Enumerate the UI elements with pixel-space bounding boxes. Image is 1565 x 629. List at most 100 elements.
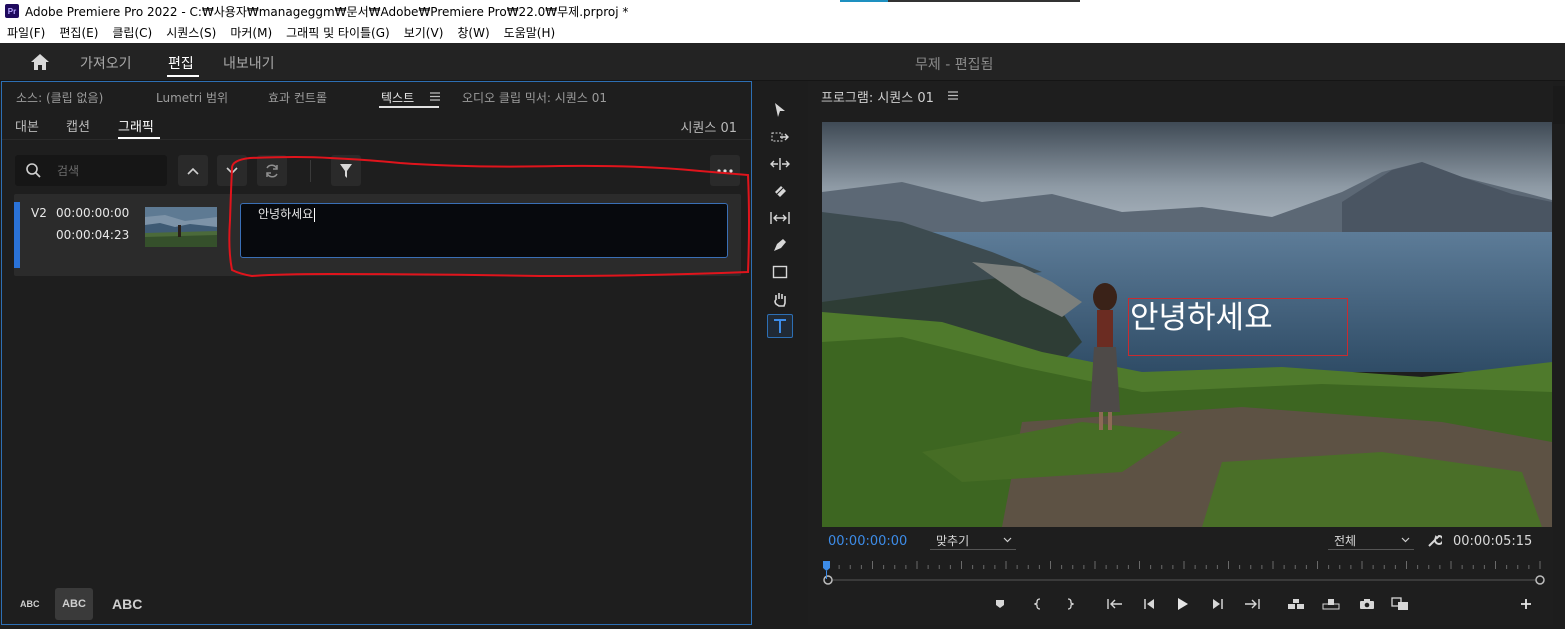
subtab-transcript[interactable]: 대본	[15, 116, 39, 135]
menu-help[interactable]: 도움말(H)	[504, 24, 556, 41]
ripple-edit-icon	[770, 158, 790, 170]
workspace-tab-edit[interactable]: 편집	[168, 53, 194, 73]
razor-icon	[775, 186, 786, 197]
panel-menu-icon[interactable]	[948, 91, 958, 100]
wrench-icon[interactable]	[1427, 533, 1442, 548]
resolution-select[interactable]: 전체	[1328, 532, 1414, 550]
time-ruler-ticks	[823, 561, 1545, 585]
playhead-timecode[interactable]: 00:00:00:00	[828, 534, 907, 549]
play-button[interactable]	[1172, 593, 1194, 615]
rectangle-icon	[772, 265, 788, 279]
program-video-frame[interactable]: 안녕하세요	[822, 122, 1552, 527]
type-tool-icon	[774, 319, 786, 333]
next-result-button[interactable]	[217, 155, 247, 186]
chevron-down-icon	[1401, 537, 1410, 543]
subtab-captions[interactable]: 캡션	[66, 116, 90, 135]
ripple-edit-tool[interactable]	[767, 152, 793, 176]
step-forward-button[interactable]	[1207, 593, 1229, 615]
go-to-in-button[interactable]	[1104, 593, 1126, 615]
video-overlay-text[interactable]: 안녕하세요	[1130, 292, 1273, 337]
text-edit-field[interactable]: 안녕하세요	[240, 203, 728, 258]
menu-clip[interactable]: 클립(C)	[112, 24, 152, 41]
type-tool[interactable]	[767, 314, 793, 338]
zoom-select-value: 맞추기	[936, 534, 970, 548]
menu-bar: 파일(F) 편집(E) 클립(C) 시퀀스(S) 마커(M) 그래픽 및 타이틀…	[0, 22, 1565, 43]
text-subtabs: 대본 캡션 그래픽 시퀀스 01	[2, 110, 751, 140]
clip-selection-marker	[14, 202, 20, 268]
hand-tool[interactable]	[767, 287, 793, 311]
selection-tool[interactable]	[767, 98, 793, 122]
monitor-time-ruler[interactable]	[822, 557, 1547, 585]
insert-button[interactable]	[1285, 593, 1307, 615]
premiere-app-icon: Pr	[5, 4, 19, 18]
subtab-graphics[interactable]: 그래픽	[118, 116, 154, 135]
play-icon	[1178, 598, 1188, 610]
tab-lumetri-scopes[interactable]: Lumetri 범위	[156, 89, 228, 106]
insert-icon	[1288, 599, 1304, 609]
clip-in-time: 00:00:00:00	[56, 206, 130, 220]
pen-icon	[774, 239, 786, 251]
hand-icon	[774, 293, 786, 307]
sequence-duration: 00:00:05:15	[1453, 534, 1533, 549]
pen-tool[interactable]	[767, 233, 793, 257]
button-editor-button[interactable]	[1515, 593, 1537, 615]
add-marker-button[interactable]	[989, 593, 1011, 615]
chevron-down-icon	[1003, 537, 1012, 543]
panel-menu-icon[interactable]	[430, 92, 440, 101]
tab-audio-clip-mixer[interactable]: 오디오 클립 믹서: 시퀀스 01	[462, 89, 607, 106]
zoom-select[interactable]: 맞추기	[930, 532, 1016, 550]
tab-text[interactable]: 텍스트	[381, 89, 414, 106]
mark-out-button[interactable]	[1059, 593, 1081, 615]
slip-tool[interactable]	[767, 206, 793, 230]
go-to-out-button[interactable]	[1241, 593, 1263, 615]
window-title: Adobe Premiere Pro 2022 - C:₩사용자₩manageg…	[25, 4, 629, 19]
menu-marker[interactable]: 마커(M)	[230, 24, 272, 41]
step-forward-icon	[1213, 599, 1223, 609]
tools-panel	[758, 81, 802, 625]
resolution-select-value: 전체	[1334, 534, 1357, 548]
previous-result-button[interactable]	[178, 155, 208, 186]
more-options-icon	[717, 168, 733, 173]
menu-graphics[interactable]: 그래픽 및 타이틀(G)	[286, 24, 390, 41]
panel-tabs: 소스: (클립 없음) Lumetri 범위 효과 컨트롤 텍스트 오디오 클립…	[2, 82, 751, 110]
more-options-button[interactable]	[710, 155, 740, 186]
tab-source[interactable]: 소스: (클립 없음)	[16, 89, 103, 106]
window-scrollbar[interactable]	[1553, 86, 1565, 124]
toolbar-separator	[310, 160, 311, 182]
text-size-medium-button[interactable]: ABC	[55, 588, 93, 620]
text-size-small-button[interactable]: ABC	[20, 599, 40, 609]
go-to-out-icon	[1245, 599, 1260, 609]
replace-button[interactable]	[257, 155, 287, 186]
home-icon[interactable]	[30, 53, 50, 71]
mark-in-button[interactable]	[1027, 593, 1049, 615]
menu-window[interactable]: 창(W)	[457, 24, 489, 41]
search-input[interactable]: 검색	[15, 155, 167, 186]
rectangle-tool[interactable]	[767, 260, 793, 284]
menu-edit[interactable]: 편집(E)	[59, 24, 98, 41]
step-back-button[interactable]	[1138, 593, 1160, 615]
subtab-underline	[118, 137, 160, 139]
refresh-icon	[266, 163, 278, 178]
chevron-up-icon	[187, 167, 199, 175]
step-back-icon	[1144, 599, 1154, 609]
tab-effect-controls[interactable]: 효과 컨트롤	[268, 89, 327, 106]
clip-track: V2	[31, 206, 47, 220]
project-title: 무제 - 편집됨	[915, 57, 994, 73]
overwrite-icon	[1322, 599, 1340, 610]
text-size-large-button[interactable]: ABC	[112, 596, 142, 612]
overwrite-button[interactable]	[1320, 593, 1342, 615]
menu-view[interactable]: 보기(V)	[404, 24, 444, 41]
workspace-tab-export[interactable]: 내보내기	[223, 53, 275, 73]
menu-sequence[interactable]: 시퀀스(S)	[166, 24, 216, 41]
menu-file[interactable]: 파일(F)	[7, 24, 45, 41]
track-select-tool[interactable]	[767, 125, 793, 149]
workspace-tab-import[interactable]: 가져오기	[80, 53, 132, 73]
filter-button[interactable]	[331, 155, 361, 186]
comparison-view-button[interactable]	[1389, 593, 1411, 615]
chevron-down-icon	[226, 166, 238, 174]
graphic-clip-row[interactable]: V2 00:00:00:00 00:00:04:23 안녕하세요	[14, 194, 741, 276]
text-panel: 소스: (클립 없음) Lumetri 범위 효과 컨트롤 텍스트 오디오 클립…	[1, 81, 752, 625]
export-frame-button[interactable]	[1356, 593, 1378, 615]
transport-controls	[808, 593, 1553, 617]
razor-tool[interactable]	[767, 179, 793, 203]
